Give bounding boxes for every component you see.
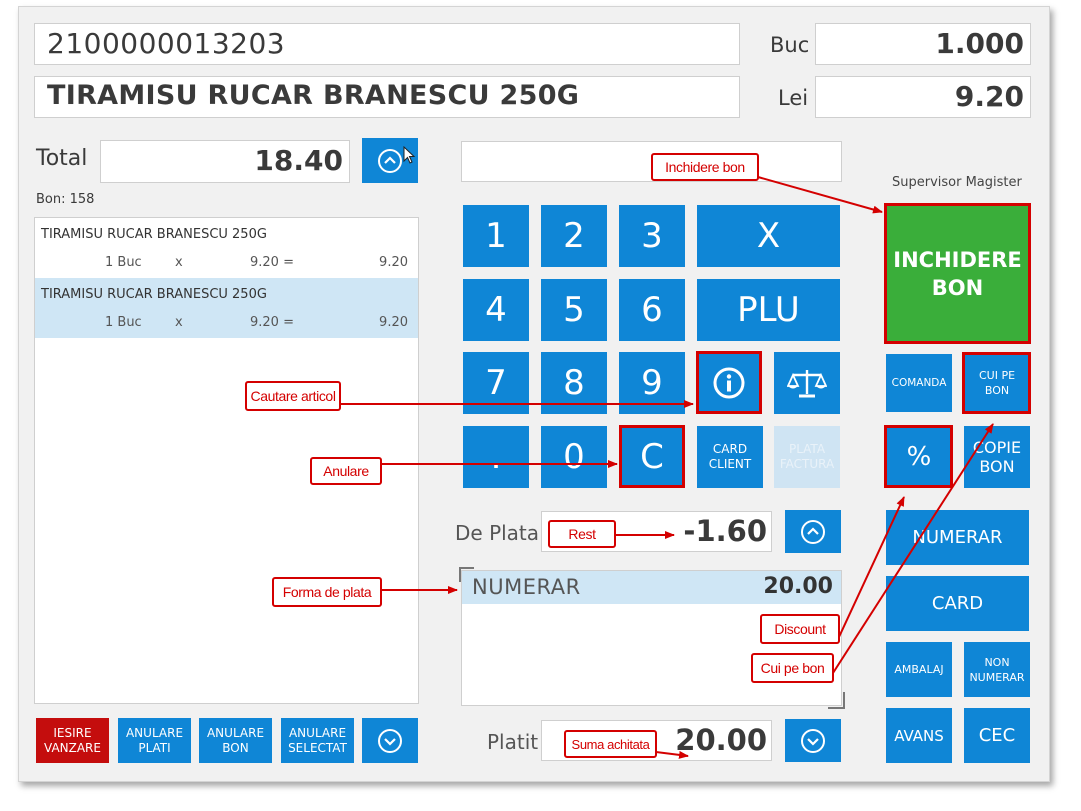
- annotation-rest: Rest: [548, 520, 616, 548]
- annotation-discount: Discount: [760, 614, 840, 644]
- annotation-anulare: Anulare: [310, 457, 382, 485]
- annotation-cui-pe-bon: Cui pe bon: [751, 653, 834, 683]
- annotation-forma-de-plata: Forma de plata: [272, 577, 382, 607]
- annotation-inchidere-bon: Inchidere bon: [651, 153, 759, 181]
- annotation-suma-achitata: Suma achitata: [564, 730, 657, 758]
- annotation-arrows: [340, 176, 994, 759]
- annotation-cautare-articol: Cautare articol: [245, 381, 341, 411]
